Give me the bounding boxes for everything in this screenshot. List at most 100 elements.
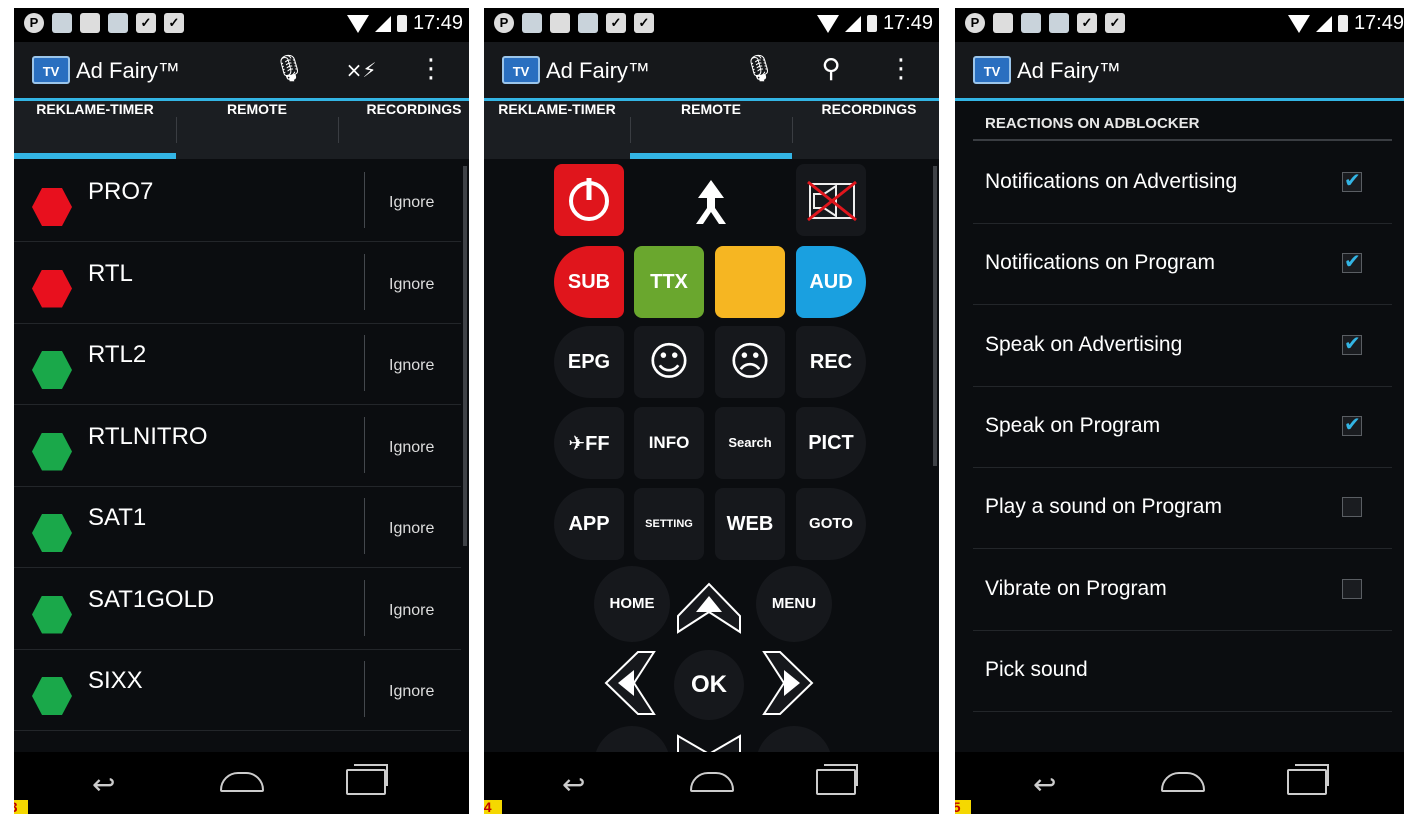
- overflow-menu-icon[interactable]: ⋮: [884, 54, 918, 84]
- channel-switch-button[interactable]: [676, 164, 746, 236]
- action-bar: TV Ad Fairy™ 🎙 ⚲ ⋮: [484, 42, 939, 101]
- recents-icon[interactable]: [816, 764, 858, 795]
- remote-pad: SUB TTX AUD EPG ☺ ☹ REC ✈FF INFO Search …: [484, 160, 939, 752]
- tv-notification-icon: [522, 13, 542, 33]
- ignore-button[interactable]: Ignore: [389, 439, 434, 457]
- bag-notification-icon: ✓: [1105, 13, 1125, 33]
- setting-checkbox[interactable]: [1342, 412, 1362, 436]
- microphone-icon[interactable]: 🎙: [742, 54, 776, 84]
- channel-row[interactable]: RTLNITRO Ignore: [14, 405, 461, 487]
- right-arrow-button[interactable]: [760, 648, 820, 718]
- tab-remote[interactable]: REMOTE: [176, 101, 338, 159]
- setting-row[interactable]: Play a sound on Program: [973, 467, 1392, 550]
- back-icon[interactable]: ↩: [1033, 768, 1056, 801]
- menu-button[interactable]: MENU: [756, 566, 832, 642]
- channel-row[interactable]: SAT1 Ignore: [14, 486, 461, 568]
- p-notification-icon: P: [494, 13, 514, 33]
- left-arrow-button[interactable]: [598, 648, 658, 718]
- goto-button[interactable]: GOTO: [796, 488, 866, 560]
- back-icon[interactable]: ↩: [562, 768, 585, 801]
- channel-row[interactable]: [14, 731, 461, 751]
- channel-row[interactable]: SIXX Ignore: [14, 649, 461, 731]
- ff-button[interactable]: ✈FF: [554, 407, 624, 479]
- tv-notification-icon: [52, 13, 72, 33]
- action-bar: TV Ad Fairy™: [955, 42, 1404, 101]
- setting-checkbox[interactable]: [1342, 168, 1362, 192]
- channel-row[interactable]: SAT1GOLD Ignore: [14, 568, 461, 650]
- setting-checkbox[interactable]: [1342, 578, 1362, 599]
- info-button[interactable]: INFO: [634, 407, 704, 479]
- like-button[interactable]: ☺: [634, 326, 704, 398]
- epg-button[interactable]: EPG: [554, 326, 624, 398]
- channel-row[interactable]: PRO7 Ignore: [14, 160, 461, 242]
- setting-row[interactable]: Vibrate on Program: [973, 549, 1392, 631]
- status-bar: P ✓ ✓ 17:49: [484, 8, 939, 42]
- ok-button[interactable]: OK: [674, 650, 744, 720]
- row-divider: [364, 498, 365, 554]
- search-button[interactable]: Search: [715, 407, 785, 479]
- home-icon[interactable]: [220, 772, 264, 792]
- status-bar: P ✓ ✓ 17:49: [955, 8, 1404, 42]
- home-icon[interactable]: [1161, 772, 1205, 792]
- down-arrow-button[interactable]: [674, 732, 744, 752]
- home-icon[interactable]: [690, 772, 734, 792]
- setting-button[interactable]: SETTING: [634, 488, 704, 560]
- scrollbar[interactable]: [933, 166, 937, 466]
- scrollbar[interactable]: [463, 166, 467, 546]
- row-divider: [364, 335, 365, 391]
- tab-recordings[interactable]: RECORDINGS: [804, 101, 934, 159]
- ignore-button[interactable]: Ignore: [389, 194, 434, 212]
- back-remote-button[interactable]: [594, 726, 670, 752]
- ignore-button[interactable]: Ignore: [389, 602, 434, 620]
- mute-button[interactable]: [796, 164, 866, 236]
- ignore-button[interactable]: Ignore: [389, 357, 434, 375]
- search-icon[interactable]: ⚲: [814, 54, 848, 84]
- app-button[interactable]: APP: [554, 488, 624, 560]
- action-bar: TV Ad Fairy™ 🎙 ×⚡ ⋮: [14, 42, 469, 101]
- merge-arrow-icon: [696, 180, 726, 224]
- ignore-button[interactable]: Ignore: [389, 276, 434, 294]
- pict-button[interactable]: PICT: [796, 407, 866, 479]
- setting-row[interactable]: Speak on Advertising: [973, 305, 1392, 387]
- setting-row[interactable]: Notifications on Program: [973, 223, 1392, 306]
- recents-icon[interactable]: [1287, 764, 1329, 795]
- mute-icon: [807, 180, 857, 222]
- exit-remote-button[interactable]: [756, 726, 832, 752]
- setting-row[interactable]: Notifications on Advertising: [973, 142, 1392, 224]
- tab-reklame-timer[interactable]: REKLAME-TIMER: [484, 101, 630, 159]
- setting-checkbox[interactable]: [1342, 249, 1362, 274]
- setting-row[interactable]: Speak on Program: [973, 386, 1392, 468]
- flash-off-icon[interactable]: ×⚡: [344, 58, 378, 82]
- web-button[interactable]: WEB: [715, 488, 785, 560]
- app-title: Ad Fairy™: [546, 58, 650, 83]
- overflow-menu-icon[interactable]: ⋮: [414, 54, 448, 84]
- channel-row[interactable]: RTL2 Ignore: [14, 323, 461, 405]
- power-icon: [569, 178, 609, 221]
- tab-recordings[interactable]: RECORDINGS: [354, 101, 469, 159]
- ttx-button[interactable]: TTX: [634, 246, 704, 318]
- aud-button[interactable]: AUD: [796, 246, 866, 318]
- setting-checkbox[interactable]: [1342, 497, 1362, 518]
- channel-status-icon: [32, 595, 72, 634]
- sub-button[interactable]: SUB: [554, 246, 624, 318]
- microphone-icon[interactable]: 🎙: [272, 54, 306, 84]
- ignore-button[interactable]: Ignore: [389, 683, 434, 701]
- channel-row[interactable]: RTL Ignore: [14, 242, 461, 324]
- tab-reklame-timer[interactable]: REKLAME-TIMER: [14, 101, 176, 159]
- rec-button[interactable]: REC: [796, 326, 866, 398]
- dislike-button[interactable]: ☹: [715, 326, 785, 398]
- up-arrow-button[interactable]: [674, 576, 744, 636]
- tab-bar: REKLAME-TIMER REMOTE RECORDINGS: [14, 101, 469, 159]
- image-notification-icon: [993, 13, 1013, 33]
- app-notification-icon: [578, 13, 598, 33]
- home-button[interactable]: HOME: [594, 566, 670, 642]
- back-icon[interactable]: ↩: [92, 768, 115, 801]
- setting-checkbox[interactable]: [1342, 331, 1362, 355]
- app-logo-icon[interactable]: TV: [973, 56, 1011, 84]
- tab-remote[interactable]: REMOTE: [630, 101, 792, 159]
- setting-row[interactable]: Pick sound: [973, 630, 1392, 712]
- recents-icon[interactable]: [346, 764, 388, 795]
- ignore-button[interactable]: Ignore: [389, 520, 434, 538]
- yellow-button[interactable]: [715, 246, 785, 318]
- power-button[interactable]: [554, 164, 624, 236]
